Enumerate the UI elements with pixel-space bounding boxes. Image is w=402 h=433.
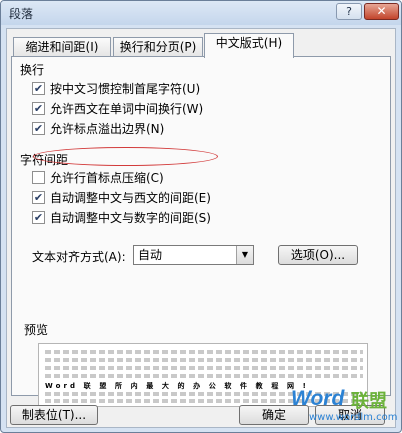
option-auto-space-latin[interactable]: ✔ 自动调整中文与西文的间距(E) <box>32 189 211 205</box>
option-auto-space-digits[interactable]: ✔ 自动调整中文与数字的间距(S) <box>32 209 211 225</box>
preview-placeholder-line <box>45 374 363 378</box>
dialog-title: 段落 <box>9 7 34 21</box>
option-chinese-rules[interactable]: ✔ 按中文习惯控制首尾字符(U) <box>32 80 200 96</box>
option-label: 自动调整中文与数字的间距(S) <box>50 210 211 225</box>
option-allow-word-break[interactable]: ✔ 允许西文在单词中间换行(W) <box>32 100 203 116</box>
checkbox-chinese-rules[interactable]: ✔ <box>32 81 45 95</box>
alignment-label: 文本对齐方式(A): <box>32 250 126 264</box>
alignment-select[interactable]: 自动 ▼ <box>133 245 254 265</box>
checkbox-punctuation-overflow[interactable]: ✔ <box>32 121 45 135</box>
watermark-brand-cn: 联盟 <box>351 391 387 412</box>
tab-panel: 换行 ✔ 按中文习惯控制首尾字符(U) ✔ 允许西文在单词中间换行(W) ✔ 允… <box>11 56 391 407</box>
checkbox-auto-space-latin[interactable]: ✔ <box>32 190 45 204</box>
option-compress-punctuation[interactable]: 允许行首标点压缩(C) <box>32 169 164 185</box>
tab-line-page-breaks[interactable]: 换行和分页(P) <box>113 37 203 57</box>
option-label: 允许行首标点压缩(C) <box>50 170 164 185</box>
checkbox-compress-punctuation[interactable] <box>32 170 45 184</box>
option-label: 允许标点溢出边界(N) <box>50 121 165 136</box>
option-label: 按中文习惯控制首尾字符(U) <box>50 81 201 96</box>
preview-placeholder-line <box>45 358 363 362</box>
preview-placeholder-line <box>45 366 363 370</box>
checkbox-allow-word-break[interactable]: ✔ <box>32 101 45 115</box>
title-bar[interactable]: 段落 ? ✕ <box>1 1 401 25</box>
tab-stops-button[interactable]: 制表位(T)... <box>10 405 98 425</box>
site-watermark-logo: Word 联盟 www.wordlm.com <box>291 385 399 429</box>
highlight-annotation <box>33 147 218 166</box>
paragraph-dialog: 段落 ? ✕ 缩进和间距(I) 换行和分页(P) 中文版式(H) 换行 ✔ 按中… <box>0 0 402 433</box>
close-button[interactable]: ✕ <box>364 3 399 20</box>
chevron-down-icon[interactable]: ▼ <box>236 246 253 264</box>
dialog-client: 缩进和间距(I) 换行和分页(P) 中文版式(H) 换行 ✔ 按中文习惯控制首尾… <box>6 28 396 428</box>
line-break-heading: 换行 <box>20 63 45 77</box>
option-label: 自动调整中文与西文的间距(E) <box>50 190 211 205</box>
alignment-value: 自动 <box>138 248 163 262</box>
options-button[interactable]: 选项(O)... <box>278 245 358 265</box>
checkbox-auto-space-digits[interactable]: ✔ <box>32 210 45 224</box>
tab-asian-typography[interactable]: 中文版式(H) <box>204 33 294 58</box>
option-punctuation-overflow[interactable]: ✔ 允许标点溢出边界(N) <box>32 120 164 136</box>
help-button[interactable]: ? <box>336 3 362 20</box>
watermark-brand: Word <box>291 387 345 410</box>
preview-placeholder-line <box>45 350 363 354</box>
tab-indent-spacing[interactable]: 缩进和间距(I) <box>13 37 111 57</box>
watermark-url: www.wordlm.com <box>309 412 398 423</box>
option-label: 允许西文在单词中间换行(W) <box>50 101 204 116</box>
preview-heading: 预览 <box>24 323 49 337</box>
